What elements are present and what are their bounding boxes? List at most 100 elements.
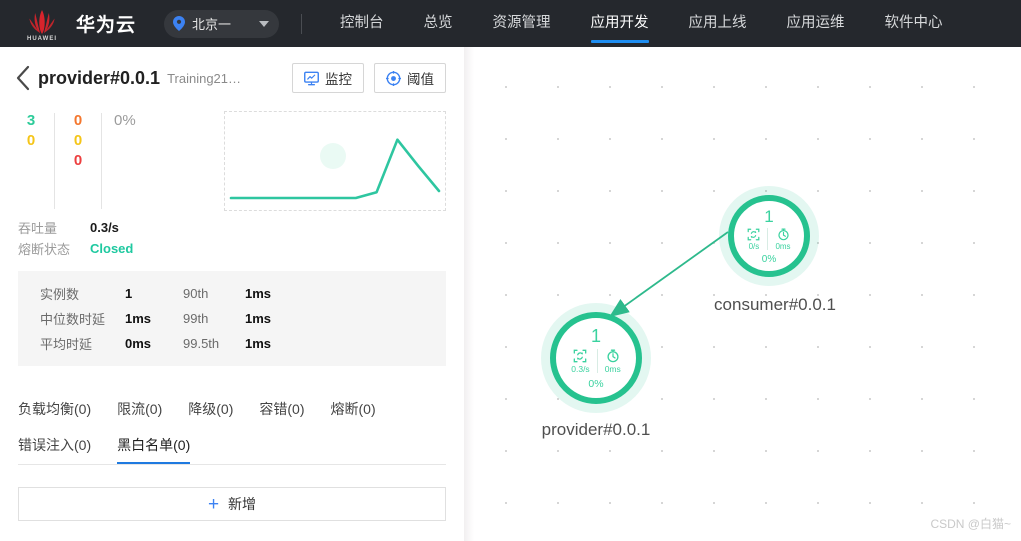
- tab-load-balancing[interactable]: 负载均衡(0): [18, 392, 91, 428]
- topology-canvas[interactable]: 1 0/s 0ms 0% consumer#0.0.1 1 0.3/s 0ms …: [470, 47, 1021, 541]
- metric-value-instances: 1: [125, 286, 133, 301]
- add-button[interactable]: + 新增: [18, 487, 446, 521]
- monitor-icon: [304, 71, 319, 86]
- status-count-warning-left: 0: [26, 132, 36, 149]
- top-navigation-bar: HUAWEI 华为云 北京一 控制台 总览 资源管理 应用开发 应用上线 应用运…: [0, 0, 1021, 47]
- nav-item-console[interactable]: 控制台: [320, 0, 404, 47]
- throughput-icon: [574, 349, 587, 363]
- status-divider-2: [101, 113, 102, 209]
- target-icon: [386, 70, 401, 86]
- table-row: 中位数时延 1ms 99th 1ms: [40, 306, 446, 331]
- chevron-down-icon: [259, 20, 270, 27]
- percentile-value-99th: 1ms: [245, 311, 272, 326]
- brand-logo-area[interactable]: HUAWEI 华为云: [22, 7, 137, 42]
- throughput-label: 吞吐量: [18, 221, 58, 236]
- circuit-breaker-row: 熔断状态 Closed: [18, 238, 446, 259]
- throughput-icon: [748, 228, 760, 240]
- huawei-wordmark: HUAWEI: [27, 35, 57, 42]
- metric-value-average-latency: 0ms: [125, 336, 152, 351]
- status-count-error: 0: [73, 152, 83, 169]
- governance-tabs: 负载均衡(0) 限流(0) 降级(0) 容错(0) 熔断(0) 错误注入(0) …: [18, 392, 446, 465]
- node-provider-metrics: 0.3/s 0ms: [571, 349, 621, 374]
- tabs-row: 负载均衡(0) 限流(0) 降级(0) 容错(0) 熔断(0) 错误注入(0) …: [18, 392, 446, 464]
- threshold-button[interactable]: 阈值: [374, 63, 446, 93]
- node-provider[interactable]: 1 0.3/s 0ms 0% provider#0.0.1: [542, 312, 650, 439]
- table-row: 平均时延 0ms 99.5th 1ms: [40, 331, 446, 356]
- location-pin-icon: [173, 16, 186, 31]
- clock-icon: [777, 227, 789, 240]
- node-consumer-throughput-value: 0/s: [748, 241, 760, 251]
- throughput-value: 0.3/s: [90, 220, 119, 235]
- throughput-status-rows: 吞吐量 0.3/s 熔断状态 Closed: [0, 211, 464, 259]
- node-provider-label: provider#0.0.1: [541, 420, 651, 439]
- node-consumer-metrics: 0/s 0ms: [747, 227, 791, 251]
- node-provider-latency-value: 0ms: [604, 364, 621, 374]
- node-consumer-label: consumer#0.0.1: [714, 295, 836, 314]
- status-count-column-primary: 3 0: [18, 111, 44, 211]
- tab-fault-tolerance[interactable]: 容错(0): [259, 392, 304, 428]
- back-chevron-icon[interactable]: [12, 65, 34, 91]
- table-row: 实例数 1 90th 1ms: [40, 281, 446, 306]
- node-provider-throughput-value: 0.3/s: [571, 364, 590, 374]
- detail-panel: provider#0.0.1 Training21… 监控 阈值 3 0 0 0…: [0, 47, 464, 541]
- sparkline-svg: [229, 138, 441, 200]
- node-provider-error-rate: 0%: [588, 377, 604, 390]
- tabs-baseline: [18, 464, 446, 465]
- percentile-value-90th: 1ms: [245, 286, 272, 301]
- throughput-row: 吞吐量 0.3/s: [18, 217, 446, 238]
- tab-circuit-breaker[interactable]: 熔断(0): [331, 392, 376, 428]
- region-selector[interactable]: 北京一: [164, 9, 280, 38]
- monitor-button[interactable]: 监控: [292, 63, 364, 93]
- plus-icon: +: [207, 493, 220, 515]
- node-consumer-metric-divider: [767, 228, 769, 250]
- page-subtitle: Training21…: [167, 70, 242, 86]
- metric-label-median-latency: 中位数时延: [40, 312, 106, 327]
- nav-item-app-development[interactable]: 应用开发: [571, 0, 669, 47]
- clock-icon: [607, 349, 619, 363]
- add-button-label: 新增: [228, 496, 257, 512]
- status-count-warning: 0: [73, 132, 83, 149]
- circuit-breaker-value: Closed: [90, 241, 134, 256]
- node-provider-ring[interactable]: 1 0.3/s 0ms 0%: [550, 312, 642, 404]
- node-provider-throughput: 0.3/s: [571, 349, 590, 374]
- percentile-label-99th: 99th: [183, 311, 209, 326]
- panel-header: provider#0.0.1 Training21… 监控 阈值: [0, 53, 464, 103]
- huawei-flower-logo-icon: HUAWEI: [22, 7, 62, 42]
- tab-blacklist-whitelist[interactable]: 黑白名单(0): [117, 428, 191, 464]
- node-provider-instance-count: 1: [590, 326, 601, 346]
- nav-item-software-center[interactable]: 软件中心: [865, 0, 963, 47]
- node-consumer-latency: 0ms: [775, 227, 791, 251]
- nav-item-app-release[interactable]: 应用上线: [669, 0, 767, 47]
- nav-item-overview[interactable]: 总览: [404, 0, 473, 47]
- metric-label-average-latency: 平均时延: [40, 337, 93, 352]
- app-root: HUAWEI 华为云 北京一 控制台 总览 资源管理 应用开发 应用上线 应用运…: [0, 0, 1021, 541]
- nav-divider: [301, 13, 303, 34]
- node-consumer-throughput: 0/s: [747, 228, 760, 251]
- node-provider-latency: 0ms: [605, 349, 621, 374]
- node-consumer-error-rate: 0%: [761, 253, 777, 265]
- nav-item-app-ops[interactable]: 应用运维: [767, 0, 865, 47]
- panel-divider-shadow: [464, 47, 474, 541]
- nav-item-resource-management[interactable]: 资源管理: [473, 0, 571, 47]
- error-rate-percent: 0%: [114, 112, 136, 129]
- node-consumer-instance-count: 1: [764, 206, 774, 226]
- brand-name: 华为云: [76, 15, 137, 36]
- node-consumer-ring[interactable]: 1 0/s 0ms 0%: [728, 195, 810, 277]
- percentile-label-995th: 99.5th: [183, 336, 220, 351]
- sparkline-marker-dot: [320, 143, 346, 169]
- tab-degradation[interactable]: 降级(0): [188, 392, 233, 428]
- threshold-button-label: 阈值: [407, 72, 434, 87]
- status-divider-1: [54, 113, 55, 209]
- node-consumer[interactable]: 1 0/s 0ms 0% consumer#0.0.1: [714, 195, 836, 314]
- nav-items: 控制台 总览 资源管理 应用开发 应用上线 应用运维 软件中心: [320, 0, 963, 47]
- metric-value-median-latency: 1ms: [125, 311, 152, 326]
- monitor-button-label: 监控: [325, 72, 352, 87]
- status-summary-row: 3 0 0 0 0 0%: [0, 103, 464, 211]
- percentile-label-90th: 90th: [183, 286, 209, 301]
- panel-header-actions: 监控 阈值: [292, 63, 446, 93]
- sparkline-chart: [224, 111, 446, 211]
- region-label: 北京一: [192, 17, 232, 32]
- watermark: CSDN @白猫~: [930, 517, 1011, 531]
- tab-rate-limiting[interactable]: 限流(0): [117, 392, 162, 428]
- tab-fault-injection[interactable]: 错误注入(0): [18, 428, 91, 464]
